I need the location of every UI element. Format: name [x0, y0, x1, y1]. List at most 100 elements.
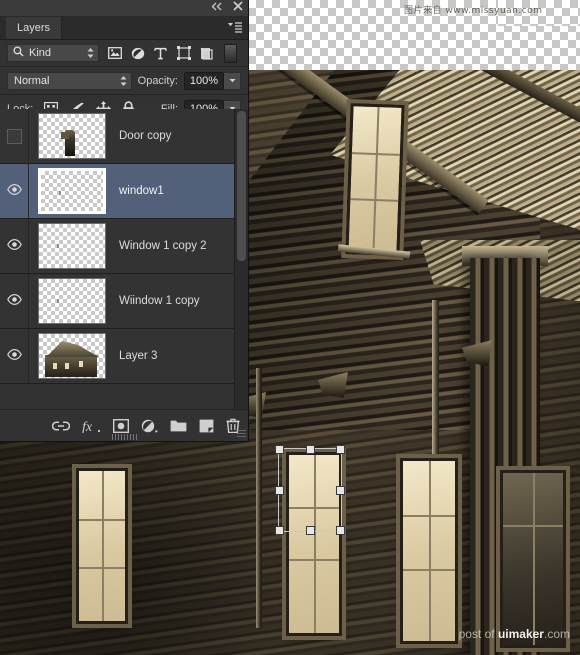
lower-window-far-right — [500, 470, 566, 648]
layer-list[interactable]: Door copy window1 Window 1 copy 2 Wiindow 1… — [0, 109, 235, 409]
eye-icon — [7, 294, 22, 308]
layer-row[interactable]: Window 1 copy 2 — [0, 219, 235, 274]
lower-window-left — [76, 468, 128, 624]
window-mullion-vertical — [372, 107, 379, 252]
window-mullion-horizontal — [403, 515, 455, 517]
watermark-bottom-brand: uimaker — [498, 627, 544, 641]
transform-handle-middle-left[interactable] — [275, 486, 284, 495]
layer-visibility-toggle[interactable] — [0, 219, 29, 273]
blend-opacity-row: Normal Opacity: 100% — [0, 67, 248, 94]
collapse-to-icons-icon[interactable] — [211, 2, 224, 11]
eye-icon-off — [7, 129, 22, 144]
screenshot-root: 图片来自 www.missyuan.com post of uimaker.co… — [0, 0, 580, 655]
transform-handle-top-center[interactable] — [306, 445, 315, 454]
filter-adjustment-layers-icon[interactable] — [126, 42, 149, 64]
layer-visibility-toggle[interactable] — [0, 274, 29, 328]
opacity-dropdown-button[interactable] — [224, 72, 241, 90]
svg-text:fx: fx — [82, 420, 93, 433]
watermark-top: 图片来自 www.missyuan.com — [404, 3, 542, 16]
downspout — [256, 368, 262, 628]
transform-selection-box[interactable] — [278, 448, 342, 532]
layer-thumbnail[interactable] — [38, 113, 106, 159]
filter-type-icons — [103, 42, 237, 64]
blend-mode-value: Normal — [14, 75, 49, 87]
layer-row[interactable]: Layer 3 — [0, 329, 235, 384]
window-mullion-horizontal — [79, 567, 125, 569]
panel-tabstrip: Layers — [0, 17, 248, 40]
layer-thumbnail[interactable] — [38, 278, 106, 324]
layer-visibility-toggle[interactable] — [0, 329, 29, 383]
transform-handle-middle-right[interactable] — [336, 486, 345, 495]
layer-thumbnail[interactable] — [38, 223, 106, 269]
house-thumbnail-art — [43, 341, 99, 377]
layer-thumbnail-cell[interactable] — [29, 113, 113, 159]
chevron-updown-icon — [87, 48, 94, 59]
filter-enable-toggle[interactable] — [224, 44, 237, 63]
opacity-value[interactable]: 100% — [184, 72, 224, 90]
thumbnail-content-speck — [59, 191, 61, 195]
layer-thumbnail-cell[interactable] — [29, 168, 113, 214]
transform-handle-bottom-center[interactable] — [306, 526, 315, 535]
window-mullion-horizontal — [79, 519, 125, 521]
window-mullion-horizontal — [403, 569, 455, 571]
eye-icon — [7, 239, 22, 253]
thumbnail-content-speck — [57, 244, 59, 248]
layers-panel-footer: fx — [0, 409, 248, 441]
layer-thumbnail[interactable] — [38, 333, 106, 379]
filter-kind-label: Kind — [29, 47, 51, 59]
tab-layers-label: Layers — [17, 22, 50, 34]
link-layers-button[interactable] — [52, 420, 70, 432]
layer-thumbnail[interactable] — [38, 168, 106, 214]
opacity-label: Opacity: — [138, 75, 178, 87]
thumbnail-content-speck — [57, 299, 59, 303]
new-group-button[interactable] — [170, 419, 187, 432]
panel-menu-icon[interactable] — [227, 21, 243, 34]
add-layer-mask-button[interactable] — [113, 419, 129, 433]
filter-smart-objects-icon[interactable] — [195, 42, 218, 64]
add-layer-style-button[interactable]: fx — [82, 419, 101, 433]
layer-thumbnail-cell[interactable] — [29, 223, 113, 269]
lower-window-right — [400, 458, 458, 644]
window-mullion-vertical — [533, 473, 535, 645]
layer-thumbnail-cell[interactable] — [29, 333, 113, 379]
close-icon[interactable] — [233, 1, 243, 11]
layer-row[interactable]: Wiindow 1 copy — [0, 274, 235, 329]
tab-layers[interactable]: Layers — [6, 17, 62, 39]
layer-visibility-toggle[interactable] — [0, 164, 29, 218]
layer-name[interactable]: Window 1 copy 2 — [113, 240, 207, 252]
layer-name[interactable]: Door copy — [113, 130, 171, 142]
new-layer-button[interactable] — [199, 419, 214, 433]
transform-handle-bottom-right[interactable] — [336, 526, 345, 535]
scrollbar-thumb[interactable] — [237, 111, 246, 261]
layer-name[interactable]: Layer 3 — [113, 350, 157, 362]
filter-kind-select[interactable]: Kind — [7, 44, 99, 62]
panel-resize-corner[interactable] — [237, 430, 246, 437]
attic-window — [345, 103, 404, 256]
filter-type-layers-icon[interactable] — [149, 42, 172, 64]
blend-mode-select[interactable]: Normal — [7, 72, 132, 90]
window-mullion-vertical — [102, 471, 104, 621]
panel-titlebar — [0, 0, 248, 17]
eye-icon — [7, 184, 22, 198]
layer-name[interactable]: window1 — [113, 185, 164, 197]
watermark-bottom-prefix: post of — [459, 627, 498, 641]
window-mullion-vertical — [429, 461, 431, 641]
filter-pixel-layers-icon[interactable] — [103, 42, 126, 64]
panel-resize-grip[interactable] — [112, 434, 138, 440]
layer-name[interactable]: Wiindow 1 copy — [113, 295, 200, 307]
transform-handle-top-right[interactable] — [336, 445, 345, 454]
watermark-bottom: post of uimaker.com — [459, 627, 570, 641]
transform-handle-top-left[interactable] — [275, 445, 284, 454]
transform-handle-bottom-left[interactable] — [275, 526, 284, 535]
eye-icon — [7, 349, 22, 363]
layer-row[interactable]: Door copy — [0, 109, 235, 164]
layer-list-scrollbar[interactable] — [234, 109, 248, 409]
window-mullion-horizontal — [289, 559, 339, 561]
new-adjustment-layer-button[interactable] — [141, 419, 158, 433]
layer-filter-row: Kind — [0, 40, 248, 66]
chevron-updown-icon — [120, 75, 127, 86]
layer-row[interactable]: window1 — [0, 164, 235, 219]
layer-thumbnail-cell[interactable] — [29, 278, 113, 324]
layer-visibility-toggle[interactable] — [0, 109, 29, 163]
filter-shape-layers-icon[interactable] — [172, 42, 195, 64]
